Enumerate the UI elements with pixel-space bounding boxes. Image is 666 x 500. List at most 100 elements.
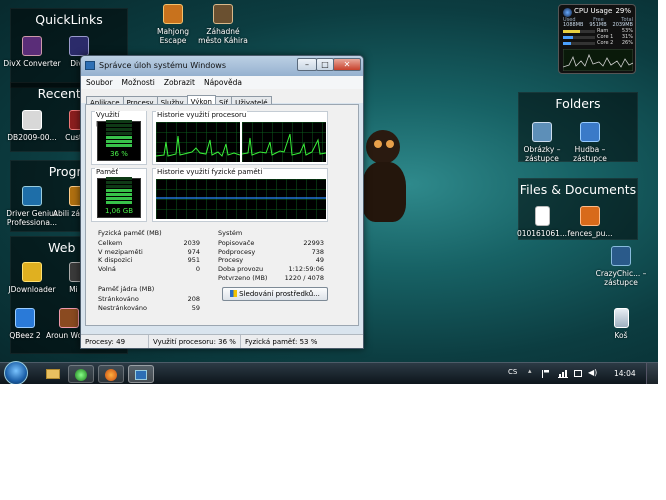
gauge-segment — [106, 136, 132, 139]
core2-value: 26% — [621, 40, 633, 46]
tray-flag-icon[interactable] — [542, 370, 549, 378]
physical-memory-header: Fyzická paměť (MB) — [98, 229, 162, 237]
gauge-segment — [106, 177, 132, 180]
stat-value: 22993 — [303, 238, 324, 247]
tray-volume-icon[interactable]: ◀) — [588, 368, 597, 377]
stat-value: 208 — [187, 294, 200, 303]
gauge-segment — [106, 140, 132, 143]
gauge-segment — [106, 189, 132, 192]
status-cpu: Využití procesoru: 36 % — [149, 335, 241, 348]
gauge-segment — [106, 124, 132, 127]
tray-monitor-icon[interactable] — [574, 370, 582, 377]
taskbar: CS ▴ ◀) 14:04 — [0, 361, 658, 384]
group-memory: Paměť 1,06 GB — [91, 168, 147, 222]
group-title: Historie využití fyzické paměti — [156, 168, 264, 176]
resource-monitor-label: Sledování prostředků... — [239, 290, 320, 298]
cpu-gadget-graph — [563, 49, 633, 71]
group-memory-history: Historie využití fyzické paměti — [152, 168, 328, 222]
cpu-gadget-title: CPU Usage — [574, 7, 613, 15]
gauge-segment — [106, 185, 132, 188]
menu-soubor[interactable]: Soubor — [81, 76, 117, 87]
task-manager-icon — [85, 61, 95, 70]
stat-label: Procesy — [218, 256, 244, 265]
desktop: QuickLinks Recent Th Progra Web Li Folde… — [0, 0, 658, 384]
stat-label: Potvrzeno (MB) — [218, 273, 268, 282]
menu-moznosti[interactable]: Možnosti — [117, 76, 159, 87]
cpu-history-graph-core2 — [242, 122, 326, 162]
minimize-button[interactable]: – — [297, 58, 317, 71]
stat-value: 2039 — [183, 238, 200, 247]
cpu-usage-gadget[interactable]: CPU Usage 29% Used Free Total 1088MB 951… — [558, 4, 636, 74]
cpu-gauge: 36 % — [97, 120, 141, 161]
desktop-icon-hudba[interactable]: Hudba – zástupce — [561, 122, 619, 163]
taskbar-task-manager-icon[interactable] — [128, 365, 154, 383]
stat-value: 738 — [311, 247, 324, 256]
show-desktop-button[interactable] — [646, 363, 658, 384]
language-indicator[interactable]: CS — [508, 368, 517, 376]
clock[interactable]: 14:04 — [614, 369, 636, 378]
gauge-segment — [106, 120, 132, 123]
desktop-icon-zahadne[interactable]: Záhadné město Káhira — [194, 4, 252, 45]
cpu-gadget-icon — [563, 8, 572, 17]
stat-label: Podprocesy — [218, 247, 256, 256]
desktop-icon-kos[interactable]: Koš — [592, 308, 650, 340]
memory-gauge-value: 1,06 GB — [104, 207, 134, 215]
physical-memory-stats: Fyzická paměť (MB) Celkem 2039 V mezipamě… — [98, 229, 200, 274]
taskbar-firefox-icon[interactable] — [98, 365, 124, 383]
desktop-icon-fences-pu[interactable]: fences_pu... — [561, 206, 619, 238]
kernel-memory-header: Paměť jádra (MB) — [98, 285, 155, 293]
resource-monitor-button[interactable]: Sledování prostředků... — [222, 287, 328, 301]
group-title: Historie využití procesoru — [156, 111, 248, 119]
menu-zobrazit[interactable]: Zobrazit — [159, 76, 199, 87]
core1-bar — [563, 35, 595, 39]
gauge-segment — [106, 132, 132, 135]
gauge-segment — [106, 128, 132, 131]
title-bar[interactable]: Správce úloh systému Windows – □ ✕ — [81, 56, 363, 76]
cpu-gauge-bars — [106, 117, 132, 147]
core2-label: Core 2 — [597, 40, 614, 46]
menu-napoveda[interactable]: Nápověda — [199, 76, 246, 87]
gauge-segment — [106, 197, 132, 200]
gauge-segment — [106, 181, 132, 184]
stat-value: 1:12:59:06 — [288, 265, 324, 274]
gauge-segment — [106, 193, 132, 196]
gauge-segment — [106, 144, 132, 147]
stat-label: Nestránkováno — [98, 303, 148, 312]
status-processes: Procesy: 49 — [81, 335, 149, 348]
stat-value: 974 — [187, 247, 200, 256]
tray-network-icon[interactable] — [558, 370, 568, 378]
status-memory: Fyzická paměť: 53 % — [244, 338, 318, 346]
system-header: Systém — [218, 229, 243, 237]
maximize-button[interactable]: □ — [316, 58, 334, 71]
taskbar-explorer-icon[interactable] — [40, 365, 66, 383]
stat-value: 0 — [195, 265, 200, 274]
ram-bar — [563, 29, 595, 33]
stat-value: 49 — [315, 256, 324, 265]
window-title: Správce úloh systému Windows — [99, 61, 226, 70]
stat-label: Stránkováno — [98, 294, 139, 303]
stat-value: 59 — [191, 303, 200, 312]
status-bar: Procesy: 49 Využití procesoru: 36 % Fyzi… — [81, 334, 363, 348]
desktop-icon-crazychic[interactable]: CrazyChic... – zástupce — [592, 246, 650, 287]
tray-chevron-icon[interactable]: ▴ — [528, 367, 532, 375]
group-cpu-history: Historie využití procesoru — [152, 111, 328, 165]
memory-gauge-bars — [106, 174, 132, 204]
stat-value: 1220 / 4078 — [284, 273, 324, 282]
close-button[interactable]: ✕ — [333, 58, 361, 71]
stat-label: Volná — [98, 265, 116, 274]
shield-icon — [230, 290, 238, 297]
kernel-memory-stats: Paměť jádra (MB) Stránkováno 208 Nestránk… — [98, 285, 200, 312]
gauge-segment — [106, 201, 132, 204]
fence-title: QuickLinks — [35, 12, 103, 27]
cpu-gadget-total: 29% — [615, 7, 631, 15]
core2-bar — [563, 41, 595, 45]
fence-title: Files & Documents — [519, 182, 637, 197]
stat-label: K dispozici — [98, 256, 133, 265]
fence-title: Folders — [555, 96, 601, 111]
taskbar-app-icon[interactable] — [68, 365, 94, 383]
group-cpu-usage: Využití procesoru 36 % — [91, 111, 147, 165]
stat-value: 951 — [187, 256, 200, 265]
start-button[interactable] — [4, 361, 28, 384]
performance-panel: Využití procesoru 36 % Historie využití … — [85, 104, 359, 326]
menu-bar: Soubor Možnosti Zobrazit Nápověda — [81, 76, 363, 89]
